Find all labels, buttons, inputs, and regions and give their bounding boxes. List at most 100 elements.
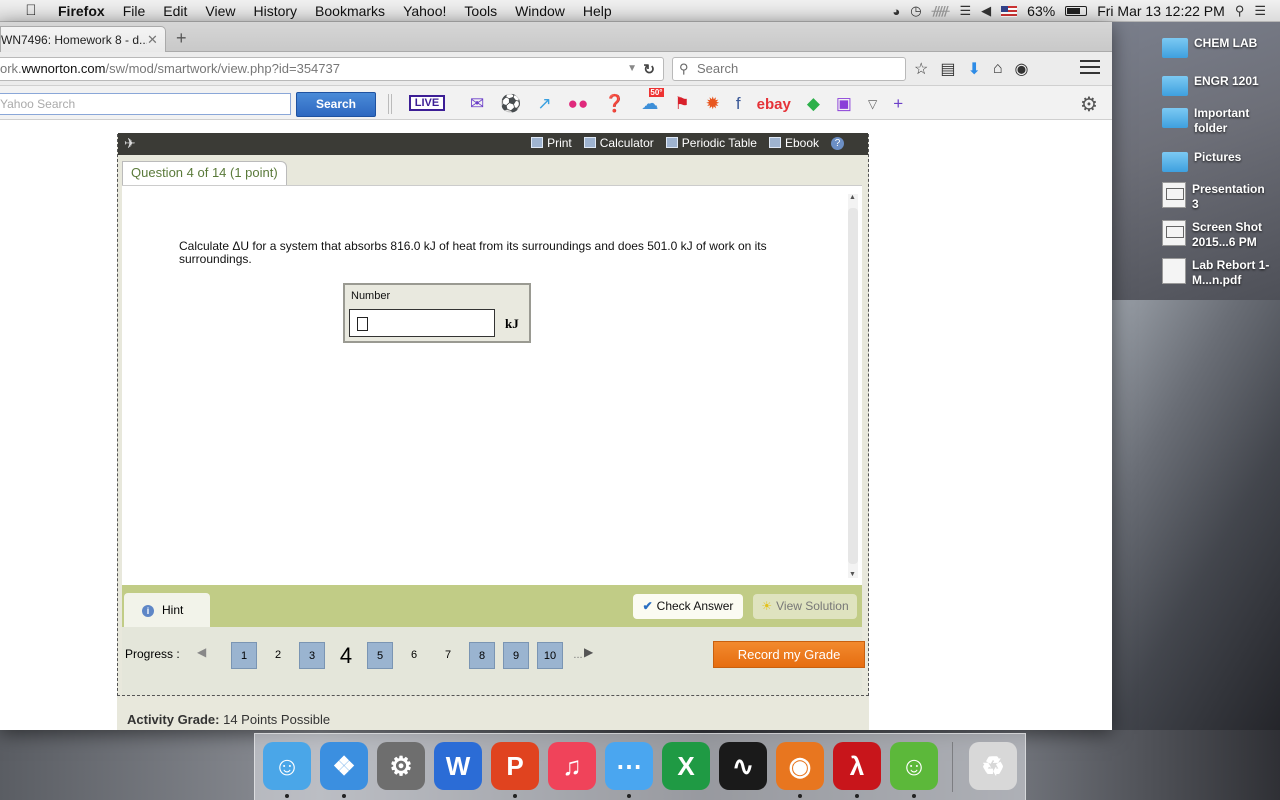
scrollbar-thumb[interactable]: [848, 208, 858, 564]
itunes-icon[interactable]: ♫: [548, 742, 596, 790]
print-link[interactable]: Print: [531, 136, 572, 150]
notification-center-icon[interactable]: ☰: [1254, 3, 1266, 19]
progress-page-3[interactable]: 3: [295, 641, 329, 669]
question-tab[interactable]: Question 4 of 14 (1 point): [122, 161, 287, 185]
download-icon[interactable]: ⬇: [967, 59, 980, 79]
home-icon[interactable]: ⌂: [993, 60, 1003, 78]
powerpoint-icon[interactable]: P: [491, 742, 539, 790]
menu-bookmarks[interactable]: Bookmarks: [315, 3, 385, 19]
desktop-item-6[interactable]: Screen Shot 2015...6 PM: [1162, 220, 1272, 250]
trash-icon[interactable]: ♻: [969, 742, 1017, 790]
question-scrollbar[interactable]: ▲ ▼: [848, 194, 858, 578]
tag-icon[interactable]: ◆: [807, 94, 820, 114]
scroll-down-icon[interactable]: ▼: [849, 571, 856, 578]
spotlight-icon[interactable]: ⚲: [1235, 3, 1245, 19]
menu-file[interactable]: File: [123, 3, 146, 19]
menu-icon[interactable]: [1080, 60, 1100, 78]
gear-icon[interactable]: ⚙: [1080, 92, 1098, 117]
check-answer-button[interactable]: ✔ Check Answer: [633, 594, 743, 619]
input-flag-icon[interactable]: [1001, 5, 1018, 17]
yahoo-search-input[interactable]: Yahoo Search: [0, 93, 291, 115]
app-icon[interactable]: ☺: [890, 742, 938, 790]
menu-window[interactable]: Window: [515, 3, 565, 19]
menu-history[interactable]: History: [253, 3, 297, 19]
desktop-item-2[interactable]: ENGR 1201: [1162, 74, 1272, 96]
view-solution-button[interactable]: ☀ View Solution: [753, 594, 857, 619]
progress-page-6[interactable]: 6: [397, 641, 431, 669]
desktop-item-4[interactable]: Pictures: [1162, 150, 1272, 172]
chat-icon[interactable]: ◉: [1015, 59, 1029, 79]
new-tab-icon[interactable]: +: [176, 28, 187, 49]
scroll-up-icon[interactable]: ▲: [849, 194, 856, 201]
progress-page-8[interactable]: 8: [465, 641, 499, 669]
help-icon[interactable]: ?: [831, 136, 844, 150]
search-input[interactable]: ⚲ Search: [672, 57, 906, 81]
reading-list-icon[interactable]: ▤: [940, 59, 955, 79]
finance-icon[interactable]: ↗: [537, 94, 551, 114]
calculator-link[interactable]: Calculator: [583, 136, 654, 150]
clock[interactable]: Fri Mar 13 12:22 PM: [1097, 3, 1225, 19]
progress-page-10[interactable]: 10: [533, 641, 567, 669]
weather-icon[interactable]: ☁ 50°: [641, 88, 664, 114]
activity-monitor-icon[interactable]: ∿: [719, 742, 767, 790]
progress-page-7[interactable]: 7: [431, 641, 465, 669]
periodic-table-link[interactable]: Periodic Table: [665, 136, 757, 150]
flower-icon[interactable]: ✹: [706, 94, 720, 114]
finder-icon[interactable]: ☺: [263, 742, 311, 790]
sports-icon[interactable]: ⚽: [500, 94, 521, 114]
apple-icon[interactable]: : [22, 2, 40, 19]
bookmark-icon[interactable]: ⚑: [674, 94, 689, 114]
bluetooth-icon[interactable]: ᚏ: [932, 3, 950, 19]
movies-icon[interactable]: ▣: [836, 94, 852, 114]
acrobat-icon[interactable]: λ: [833, 742, 881, 790]
reload-icon[interactable]: ↻: [643, 58, 655, 80]
record-grade-button[interactable]: Record my Grade: [713, 641, 865, 668]
menu-app[interactable]: Firefox: [58, 3, 105, 19]
answers-icon[interactable]: ❓: [604, 94, 625, 114]
progress-page-1[interactable]: 1: [227, 641, 261, 669]
desktop-item-3[interactable]: Important folder: [1162, 106, 1272, 136]
system-preferences-icon[interactable]: ⚙: [377, 742, 425, 790]
menu-tools[interactable]: Tools: [464, 3, 497, 19]
yahoo-search-button[interactable]: Search: [296, 92, 376, 117]
menu-yahoo[interactable]: Yahoo!: [403, 3, 446, 19]
close-tab-icon[interactable]: ✕: [147, 32, 165, 48]
menu-help[interactable]: Help: [583, 3, 612, 19]
volume-icon[interactable]: ◀: [981, 3, 991, 19]
tab-homework[interactable]: WN7496: Homework 8 - d... ✕: [0, 26, 166, 52]
live-button[interactable]: LIVE: [409, 95, 445, 111]
add-icon[interactable]: +: [893, 94, 903, 114]
progress-page-9[interactable]: 9: [499, 641, 533, 669]
desktop-item-7[interactable]: Lab Rebort 1- M...n.pdf: [1162, 258, 1272, 288]
url-bar[interactable]: ork.wwnorton.com/sw/mod/smartwork/view.p…: [0, 57, 664, 81]
menu-edit[interactable]: Edit: [163, 3, 187, 19]
battery-icon[interactable]: [1065, 6, 1088, 16]
previous-arrow-icon[interactable]: ◀: [197, 645, 206, 659]
facebook-icon[interactable]: f: [736, 94, 741, 114]
time-machine-icon[interactable]: ◷: [910, 3, 921, 19]
safari-icon[interactable]: ❖: [320, 742, 368, 790]
ebook-link[interactable]: Ebook: [768, 136, 819, 150]
battery-percent[interactable]: 63%: [1027, 3, 1055, 19]
progress-page-4[interactable]: 4: [329, 641, 363, 669]
flickr-icon[interactable]: ●●: [568, 94, 589, 114]
hint-tab[interactable]: i Hint: [124, 593, 210, 627]
desktop-item-1[interactable]: CHEM LAB: [1162, 36, 1272, 58]
desktop-item-5[interactable]: Presentation 3: [1162, 182, 1272, 212]
mail-icon[interactable]: ✉: [470, 94, 484, 114]
messages-icon[interactable]: ⋯: [605, 742, 653, 790]
word-icon[interactable]: W: [434, 742, 482, 790]
ebay-icon[interactable]: ebay: [757, 96, 791, 113]
more-dropdown-icon[interactable]: ▽: [868, 97, 877, 111]
firefox-icon[interactable]: ◉: [776, 742, 824, 790]
wifi-icon[interactable]: ☰: [960, 3, 972, 19]
url-dropdown-icon[interactable]: ▼: [627, 58, 637, 80]
progress-page-5[interactable]: 5: [363, 641, 397, 669]
bookmark-star-icon[interactable]: ☆: [914, 59, 928, 79]
progress-page-2[interactable]: 2: [261, 641, 295, 669]
menu-view[interactable]: View: [205, 3, 235, 19]
excel-icon[interactable]: X: [662, 742, 710, 790]
sync-icon[interactable]: ◕: [892, 4, 900, 19]
answer-input[interactable]: [349, 309, 495, 337]
next-arrow-icon[interactable]: ▶: [584, 645, 593, 659]
